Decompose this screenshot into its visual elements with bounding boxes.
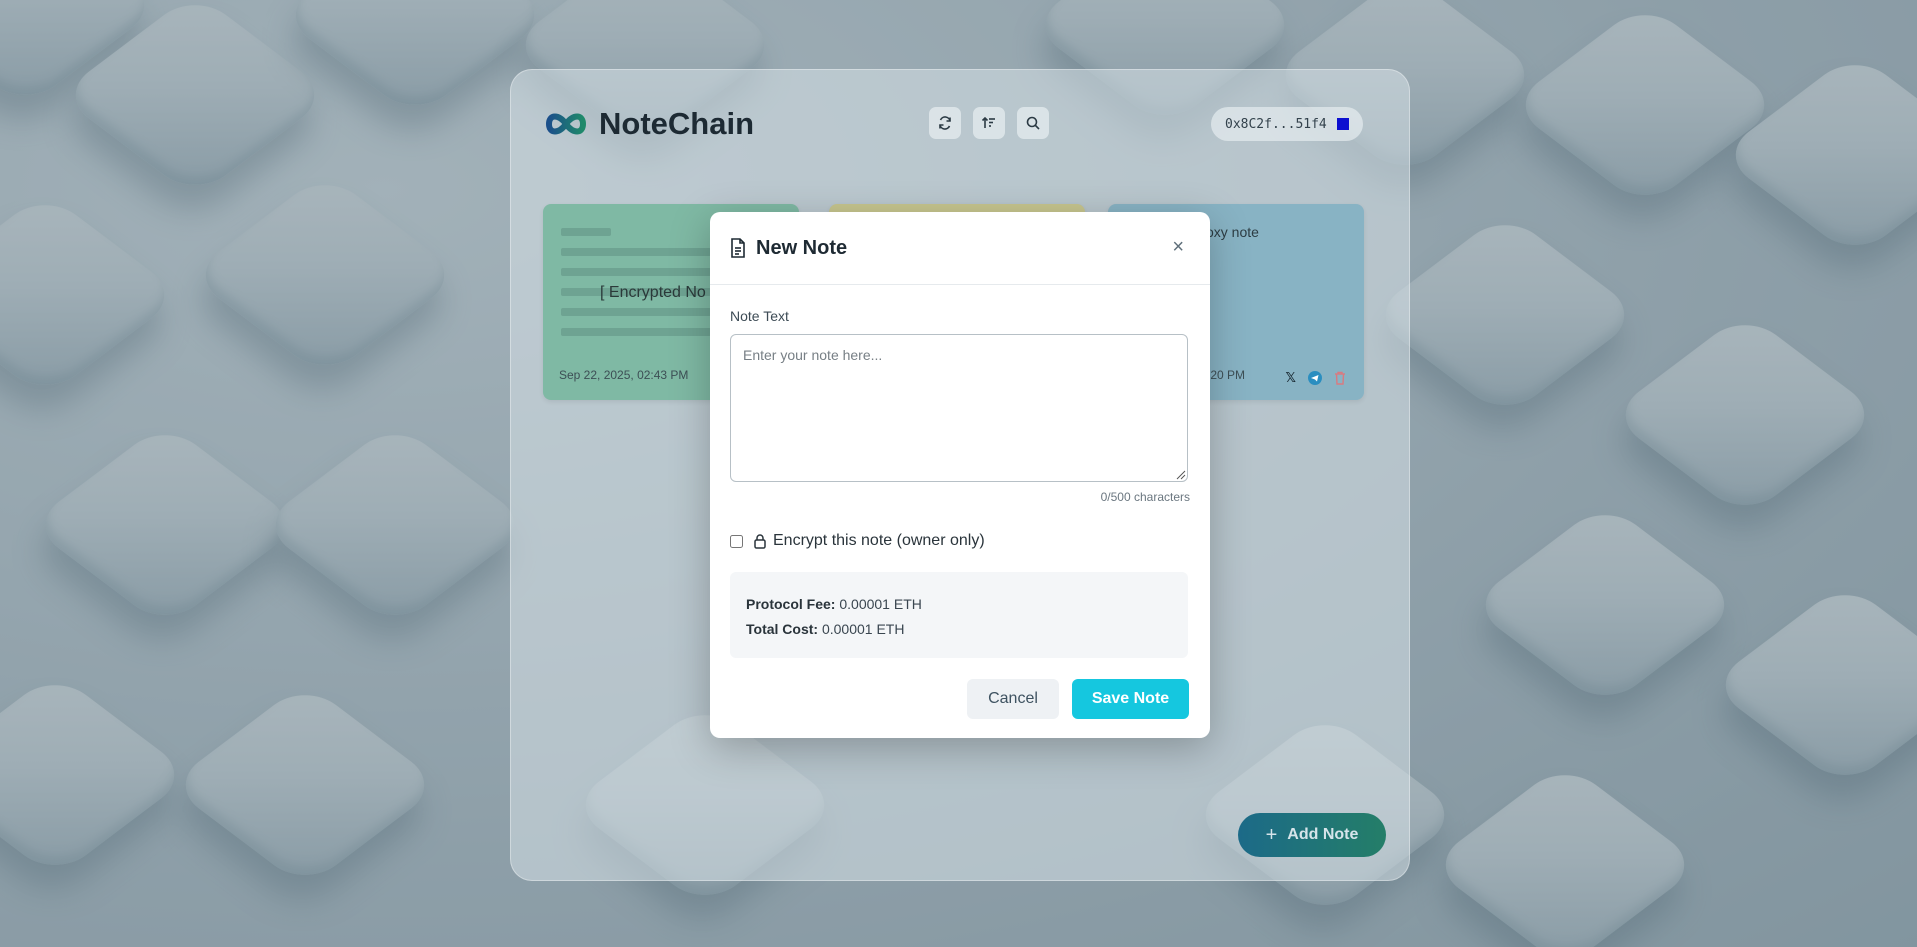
encrypted-note-label: [ Encrypted No [600,284,706,301]
add-note-button[interactable]: + Add Note [1238,813,1386,857]
encrypt-checkbox[interactable] [730,534,743,548]
note-text: oxy note [1206,224,1259,240]
modal-title: New Note [756,236,848,259]
toolbar [929,107,1049,139]
wallet-color-swatch [1336,118,1349,130]
fee-summary: Protocol Fee: 0.00001 ETH Total Cost: 0.… [730,572,1188,658]
protocol-fee-row: Protocol Fee: 0.00001 ETH [746,592,1172,617]
character-count: 0/500 characters [1100,490,1190,504]
note-text-label: Note Text [730,308,789,324]
total-cost-row: Total Cost: 0.00001 ETH [746,617,1172,642]
refresh-icon [939,116,951,130]
encrypt-option[interactable]: Encrypt this note (owner only) [730,532,985,550]
telegram-share-icon[interactable] [1308,371,1322,385]
protocol-fee-value: 0.00001 ETH [839,596,922,612]
search-button[interactable] [1017,107,1049,139]
delete-icon[interactable] [1334,371,1346,385]
protocol-fee-label: Protocol Fee: [746,596,836,612]
plus-icon: + [1265,823,1278,846]
total-cost-label: Total Cost: [746,621,819,637]
new-note-modal: New Note × Note Text 0/500 characters En… [710,212,1210,738]
app-logo: NoteChain [545,106,754,142]
refresh-button[interactable] [929,107,961,139]
wallet-badge[interactable]: 0x8C2f...51f4 [1211,107,1363,141]
wallet-address: 0x8C2f...51f4 [1225,116,1327,132]
search-icon [1026,116,1040,130]
note-actions: 𝕏 [1286,370,1346,386]
note-date: Sep 22, 2025, 02:43 PM [559,368,689,382]
encrypt-label: Encrypt this note (owner only) [773,532,985,549]
lock-icon [754,534,766,549]
modal-header: New Note × [710,212,1210,285]
sort-button[interactable] [973,107,1005,139]
note-text-input[interactable] [730,334,1188,482]
x-share-icon[interactable]: 𝕏 [1286,370,1296,386]
app-title: NoteChain [599,106,754,141]
note-date: :20 PM [1207,368,1246,382]
resize-handle-icon[interactable] [1174,468,1186,480]
save-note-button[interactable]: Save Note [1072,679,1189,719]
close-button[interactable]: × [1172,236,1184,259]
total-cost-value: 0.00001 ETH [821,621,905,637]
cancel-button[interactable]: Cancel [967,679,1059,719]
add-note-label: Add Note [1287,826,1359,843]
sort-icon [981,116,995,128]
chain-logo-icon [545,113,587,135]
document-icon [731,238,745,258]
